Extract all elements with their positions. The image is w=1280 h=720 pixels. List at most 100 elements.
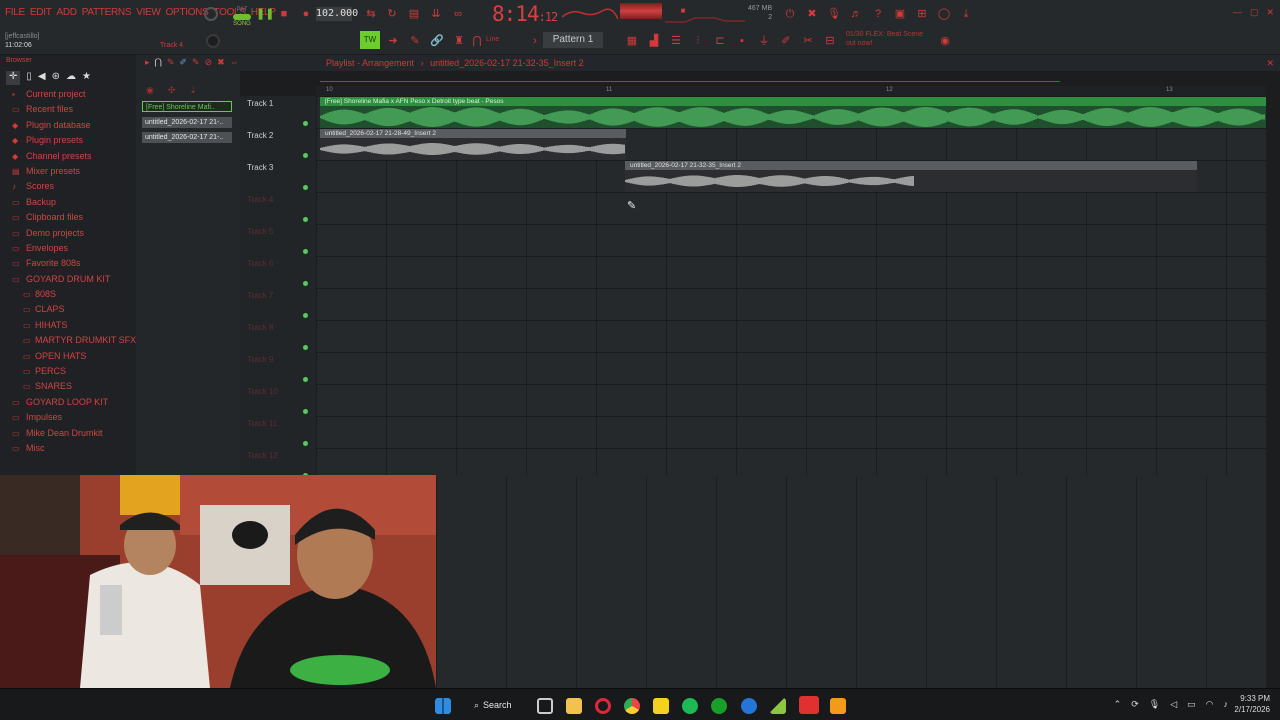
cart-icon[interactable]: ⊟: [823, 34, 837, 48]
save-icon[interactable]: ▣: [893, 7, 907, 21]
fl-studio-icon[interactable]: [830, 698, 846, 714]
track-mute-led-icon[interactable]: [303, 185, 308, 190]
track-mute-led-icon[interactable]: [303, 409, 308, 414]
browser-item[interactable]: ▭ Clipboard files: [0, 210, 136, 225]
browser-speaker-icon[interactable]: ◀: [38, 71, 46, 85]
mixer-icon[interactable]: ⫶: [691, 34, 705, 48]
bluetooth-app-icon[interactable]: [741, 698, 757, 714]
stamp-icon[interactable]: ♜: [452, 34, 466, 48]
playlist-delete-icon[interactable]: ✎: [192, 57, 200, 68]
scissors-icon[interactable]: ✂: [801, 34, 815, 48]
browser-collapse-icon[interactable]: ✛: [6, 71, 21, 85]
track-mute-led-icon[interactable]: [303, 313, 308, 318]
track-mute-led-icon[interactable]: [303, 217, 308, 222]
picker-audio-icon[interactable]: ◉: [146, 85, 154, 96]
browser-cloud-icon[interactable]: ☁: [66, 71, 76, 85]
chrome-icon[interactable]: [624, 698, 640, 714]
browser-plugin-icon[interactable]: ⊛: [52, 71, 60, 85]
browser-item[interactable]: ▭ CLAPS: [0, 302, 136, 317]
minimize-icon[interactable]: —: [1233, 7, 1242, 18]
tray-speaker-icon[interactable]: ◁: [1170, 699, 1177, 710]
playlist-slip-icon[interactable]: ✖: [217, 57, 225, 68]
browser-item[interactable]: ◆ Plugin database: [0, 118, 136, 133]
browser-item[interactable]: ▭ OPEN HATS: [0, 349, 136, 364]
tray-wifi-icon[interactable]: ◠: [1206, 699, 1214, 710]
brush-icon[interactable]: ✐: [779, 34, 793, 48]
browser-item[interactable]: ▭ SNARES: [0, 379, 136, 394]
playlist-brush-icon[interactable]: ✐: [179, 57, 187, 68]
playlist-menu-arrow-icon[interactable]: ▸: [145, 57, 150, 68]
browser-item[interactable]: ▭ PERCS: [0, 364, 136, 379]
browser-item[interactable]: ▭ Envelopes: [0, 241, 136, 256]
picker-item-insert-b[interactable]: untitled_2026-02-17 21-..: [142, 132, 232, 143]
tray-mic-icon[interactable]: 🎙: [1149, 699, 1160, 710]
menu-view[interactable]: VIEW: [136, 7, 161, 18]
track-mute-led-icon[interactable]: [303, 281, 308, 286]
snap-mode-select[interactable]: Line: [486, 36, 499, 43]
browser-item[interactable]: ▭ Impulses: [0, 410, 136, 425]
menu-add[interactable]: ADD: [57, 7, 78, 18]
picker-item-insert-a[interactable]: untitled_2026-02-17 21-..: [142, 117, 232, 128]
news-icon[interactable]: ◉: [938, 34, 952, 48]
magnet-icon[interactable]: ⋂: [470, 34, 484, 48]
browser-item[interactable]: ▭ Demo projects: [0, 226, 136, 241]
channel-rack-icon[interactable]: ☰: [669, 34, 683, 48]
browser-item[interactable]: ♪ Scores: [0, 179, 136, 194]
pencil-icon[interactable]: ✎: [408, 34, 422, 48]
tray-chevron-icon[interactable]: ⌃: [1114, 699, 1122, 710]
browser-item[interactable]: ▤ Mixer presets: [0, 164, 136, 179]
browser-item[interactable]: ◆ Channel presets: [0, 149, 136, 164]
link-icon[interactable]: 🔗: [430, 34, 444, 48]
playlist-magnet-icon[interactable]: ⋂: [155, 57, 162, 68]
browser-item[interactable]: ▭ Misc: [0, 441, 136, 456]
track-name[interactable]: Track 7: [247, 291, 273, 300]
windows-start-icon[interactable]: [435, 698, 451, 714]
step-edit-icon[interactable]: ▤: [407, 7, 421, 21]
browser-item[interactable]: ▭ Recent files: [0, 102, 136, 117]
track-mute-led-icon[interactable]: [303, 249, 308, 254]
tray-sync-icon[interactable]: ⟳: [1131, 699, 1139, 710]
browser-item[interactable]: ▭ 808S: [0, 287, 136, 302]
help-icon[interactable]: ?: [871, 7, 885, 21]
browser-item[interactable]: ▭ GOYARD DRUM KIT: [0, 272, 136, 287]
taskbar-search[interactable]: ⌕ Search: [466, 696, 524, 714]
playlist-icon[interactable]: ▦: [625, 34, 639, 48]
blend-icon[interactable]: ⇊: [429, 7, 443, 21]
tempo-display[interactable]: 102.000: [316, 7, 358, 21]
track-name[interactable]: Track 12: [247, 451, 278, 460]
piano-roll-icon[interactable]: ▟: [647, 34, 661, 48]
master-volume-knob-icon[interactable]: [206, 34, 220, 48]
audio-clip[interactable]: untitled_2026-02-17 21-28-49_Insert 2: [320, 129, 626, 160]
menu-patterns[interactable]: PATTERNS: [82, 7, 132, 18]
clock-date[interactable]: 9:33 PM 2/17/2026: [1234, 693, 1270, 715]
tuner-icon[interactable]: ♬: [849, 7, 863, 21]
arrow-right-icon[interactable]: ➜: [386, 34, 400, 48]
browser-item[interactable]: ◆ Plugin presets: [0, 133, 136, 148]
track-name[interactable]: Track 3: [247, 163, 273, 172]
tool-x-icon[interactable]: ✖: [805, 7, 819, 21]
track-name[interactable]: Track 8: [247, 323, 273, 332]
play-icon[interactable]: ❚❚: [256, 7, 274, 21]
browser-item[interactable]: ▭ HIHATS: [0, 318, 136, 333]
pattern-selector[interactable]: Pattern 1: [543, 32, 603, 48]
tempo-tap-button[interactable]: TW: [360, 31, 380, 49]
browser-item[interactable]: ▭ MARTYR DRUMKIT SFX: [0, 333, 136, 348]
track-name[interactable]: Track 10: [247, 387, 278, 396]
chat-icon[interactable]: ◯: [937, 7, 951, 21]
browser-icon[interactable]: ▪: [735, 34, 749, 48]
sticky-notes-icon[interactable]: [653, 698, 669, 714]
browser-item[interactable]: ▭ Backup: [0, 195, 136, 210]
menu-options[interactable]: OPTIONS: [166, 7, 209, 18]
track-name[interactable]: Track 1: [247, 99, 273, 108]
browser-star-icon[interactable]: ★: [82, 71, 91, 85]
track-name[interactable]: Track 4: [247, 195, 273, 204]
playlist-overview[interactable]: [320, 72, 1060, 82]
track-name[interactable]: Track 11: [247, 419, 277, 428]
task-view-icon[interactable]: [537, 698, 553, 714]
plugin-icon[interactable]: ⊞: [915, 7, 929, 21]
menu-file[interactable]: FILE: [5, 7, 25, 18]
track-mute-led-icon[interactable]: [303, 377, 308, 382]
track-name[interactable]: Track 2: [247, 131, 273, 140]
file-explorer-icon[interactable]: [566, 698, 582, 714]
playlist-pencil-icon[interactable]: ✎: [167, 57, 175, 68]
